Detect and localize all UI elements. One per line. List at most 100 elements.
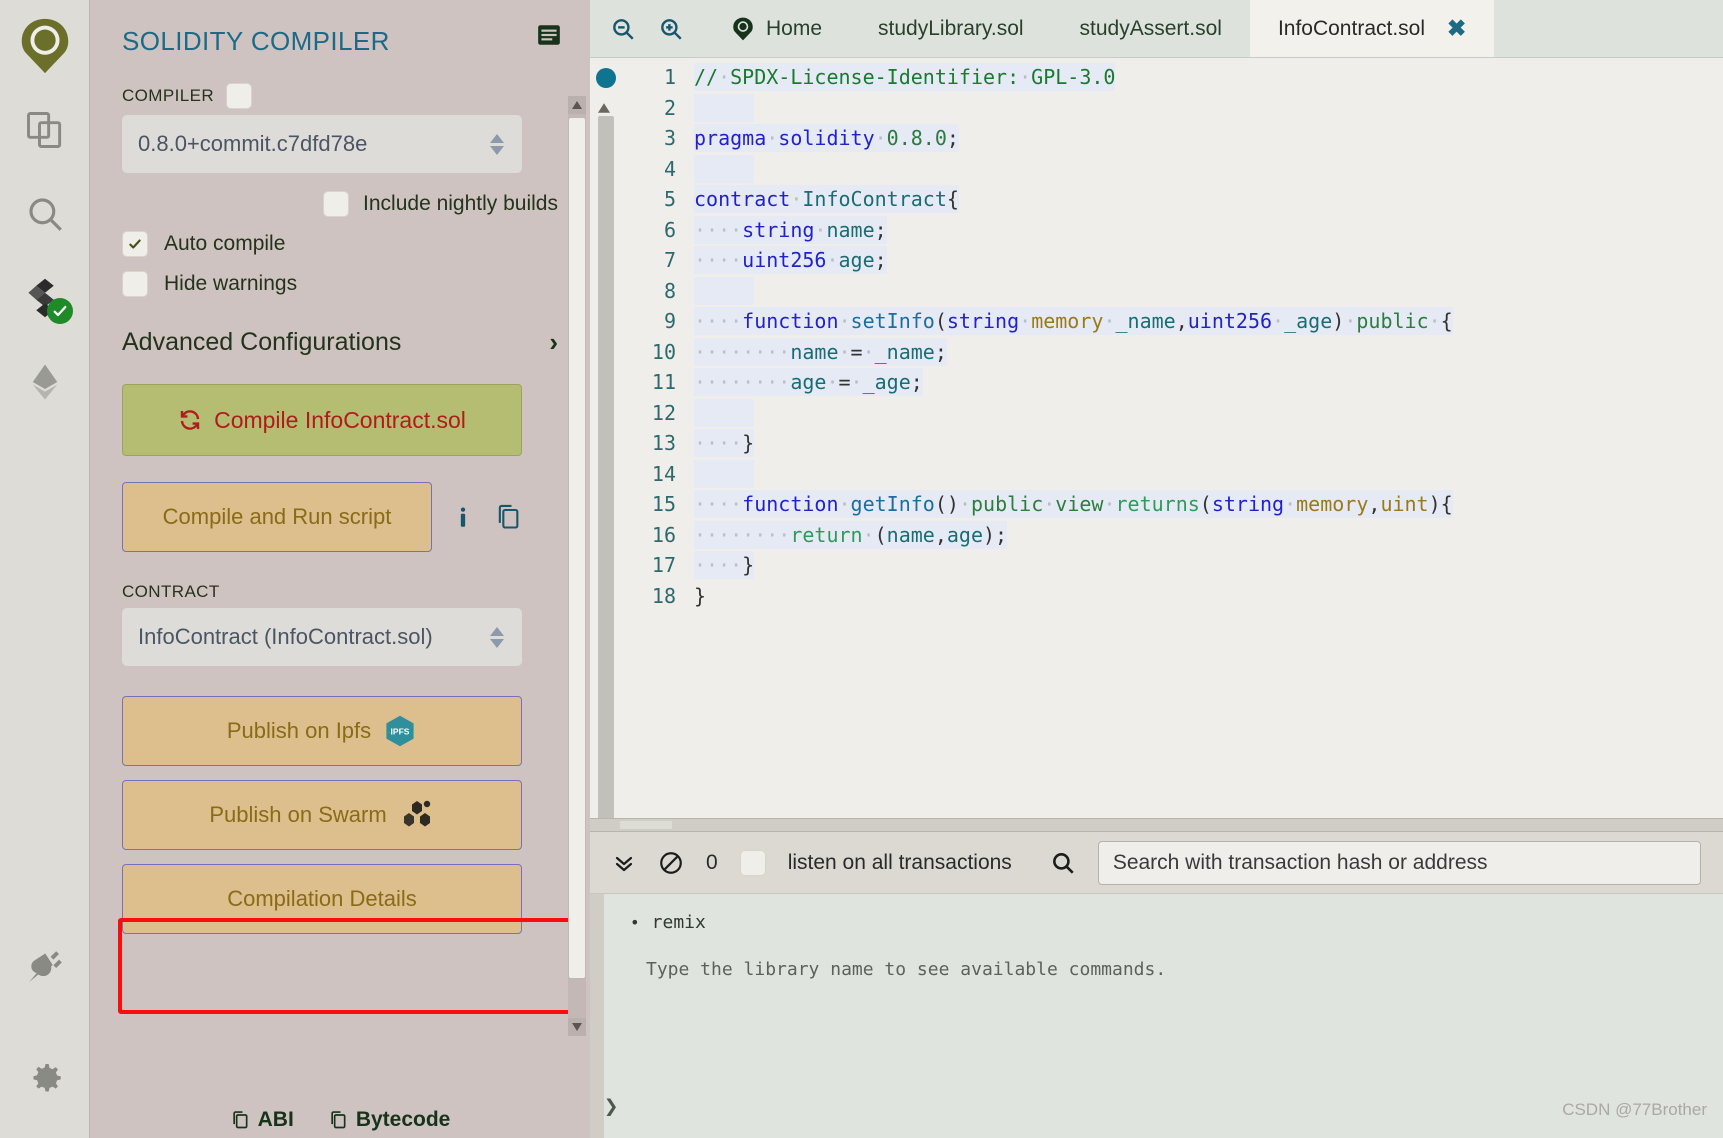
compile-and-run-script-button[interactable]: Compile and Run script <box>122 482 432 552</box>
editor-scroll-up-arrow-icon[interactable] <box>598 100 614 116</box>
code-editor[interactable]: 1 //·SPDX-License-Identifier:·GPL-3.0 2 … <box>590 58 1723 818</box>
check-icon <box>129 239 141 249</box>
panel-footer-links: ABI Bytecode <box>90 1108 590 1132</box>
code-line: 7 ····uint256·age; <box>620 245 1723 276</box>
tab-studylibrary[interactable]: studyLibrary.sol <box>850 0 1052 57</box>
tab-infocontract[interactable]: InfoContract.sol ✖ <box>1249 0 1495 57</box>
zoom-in-icon[interactable] <box>658 16 684 42</box>
scroll-down-arrow-icon[interactable] <box>568 1018 586 1036</box>
copy-icon[interactable] <box>494 503 522 531</box>
compile-button-label: Compile InfoContract.sol <box>214 406 466 433</box>
swarm-icon <box>399 799 435 831</box>
compilation-details-wrap: Compilation Details <box>122 864 558 934</box>
contract-select[interactable]: InfoContract (InfoContract.sol) <box>122 608 522 666</box>
magnifier-glyph <box>1052 852 1074 874</box>
line-content: ····uint256·age; <box>694 246 887 275</box>
code-line: 15 ····function·getInfo()·public·view·re… <box>620 489 1723 520</box>
settings-gear-icon[interactable] <box>13 1046 77 1110</box>
code-line: 8 <box>620 276 1723 307</box>
line-number: 16 <box>651 522 676 547</box>
deploy-run-icon[interactable] <box>13 350 77 414</box>
compilation-details-button[interactable]: Compilation Details <box>122 864 522 934</box>
terminal-prompt-icon[interactable]: ❯ <box>604 1092 618 1120</box>
watermark-text: CSDN @77Brother <box>1562 1100 1707 1119</box>
line-number: 11 <box>651 370 676 395</box>
tab-label: studyLibrary.sol <box>878 16 1024 40</box>
editor-terminal-splitter[interactable] <box>590 818 1723 832</box>
files-glyph <box>26 112 61 148</box>
code-line: 2 <box>620 93 1723 124</box>
tab-studyassert[interactable]: studyAssert.sol <box>1052 0 1250 57</box>
terminal-output[interactable]: • remix Type the library name to see ava… <box>590 894 1723 1138</box>
caret-up-glyph <box>598 103 610 113</box>
terminal-search-icon[interactable] <box>1050 850 1076 876</box>
ipfs-icon: IPFS <box>383 714 417 748</box>
line-number: 5 <box>663 187 676 212</box>
magnifier-glyph <box>28 198 62 231</box>
bytecode-copy-button[interactable]: Bytecode <box>328 1108 450 1132</box>
home-logo-icon[interactable] <box>13 14 77 78</box>
no-entry-glyph <box>660 851 682 874</box>
compiler-config-checkbox[interactable] <box>226 83 252 109</box>
splitter-grip[interactable] <box>620 821 672 829</box>
icon-rail-bottom <box>0 936 89 1118</box>
search-icon[interactable] <box>13 182 77 246</box>
file-explorer-icon[interactable] <box>13 98 77 162</box>
include-nightly-label: Include nightly builds <box>363 192 558 215</box>
advanced-configurations-toggle[interactable]: Advanced Configurations › <box>122 327 558 358</box>
publish-swarm-button[interactable]: Publish on Swarm <box>122 780 522 850</box>
terminal-search-input[interactable]: Search with transaction hash or address <box>1097 840 1701 885</box>
code-line: 13 ····} <box>620 428 1723 459</box>
chevrons-down-icon[interactable] <box>612 851 636 875</box>
listen-all-transactions-checkbox[interactable] <box>739 849 766 876</box>
zoom-out-icon[interactable] <box>610 16 636 42</box>
include-nightly-row: Include nightly builds <box>122 191 558 217</box>
line-number: 1 <box>663 65 676 90</box>
page-title: SOLIDITY COMPILER <box>122 26 390 56</box>
refresh-icon <box>180 410 200 430</box>
panel-scrollbar[interactable] <box>568 96 586 1036</box>
abi-copy-button[interactable]: ABI <box>230 1108 294 1132</box>
line-content: ········name·=·_name; <box>694 337 947 366</box>
line-number: 7 <box>663 248 676 273</box>
line-number: 15 <box>651 492 676 517</box>
line-content: pragma·solidity·0.8.0; <box>694 124 959 153</box>
info-icon[interactable] <box>450 504 476 530</box>
hide-warnings-label: Hide warnings <box>164 272 298 295</box>
compile-button[interactable]: Compile InfoContract.sol <box>122 384 522 456</box>
close-icon[interactable]: ✖ <box>1447 15 1466 42</box>
editor-left-gutter <box>590 58 620 818</box>
line-content <box>694 459 755 488</box>
plug-glyph <box>28 951 62 982</box>
include-nightly-checkbox[interactable] <box>323 191 350 217</box>
tab-home[interactable]: Home <box>702 0 850 57</box>
code-lines-container[interactable]: 1 //·SPDX-License-Identifier:·GPL-3.0 2 … <box>620 58 1723 818</box>
editor-scroll-thumb[interactable] <box>598 116 614 818</box>
panel-menu-icon[interactable] <box>536 22 562 53</box>
code-line: 9 ····function·setInfo(string·memory·_na… <box>620 306 1723 337</box>
compiler-label-row: COMPILER <box>122 83 558 109</box>
hide-warnings-checkbox[interactable] <box>122 271 148 297</box>
hide-warnings-row: Hide warnings <box>122 271 558 297</box>
publish-swarm-label: Publish on Swarm <box>209 802 387 827</box>
line-content: ····string·name; <box>694 215 887 244</box>
publish-ipfs-button[interactable]: Publish on Ipfs IPFS <box>122 696 522 766</box>
copy-icon <box>232 1111 248 1129</box>
clear-console-icon[interactable] <box>658 850 684 876</box>
editor-scrollbar[interactable] <box>598 100 614 818</box>
tab-label: InfoContract.sol <box>1277 16 1426 40</box>
solidity-compiler-panel: SOLIDITY COMPILER COMPILER 0.8.0+commit.… <box>90 0 590 1138</box>
solidity-compiler-icon[interactable] <box>13 266 77 330</box>
line-number: 13 <box>651 431 676 456</box>
breakpoint-dot-icon[interactable] <box>596 68 616 88</box>
compiler-label: COMPILER <box>122 86 214 105</box>
auto-compile-checkbox[interactable] <box>122 231 148 257</box>
line-number: 2 <box>663 95 676 120</box>
scroll-up-arrow-icon[interactable] <box>568 96 586 114</box>
plugin-manager-icon[interactable] <box>13 936 77 1000</box>
panel-scroll-thumb[interactable] <box>569 118 585 978</box>
terminal-log-entry: • remix <box>630 912 1683 933</box>
line-number: 8 <box>663 278 676 303</box>
line-content: } <box>694 583 707 608</box>
compiler-version-select[interactable]: 0.8.0+commit.c7dfd78e <box>122 115 522 173</box>
